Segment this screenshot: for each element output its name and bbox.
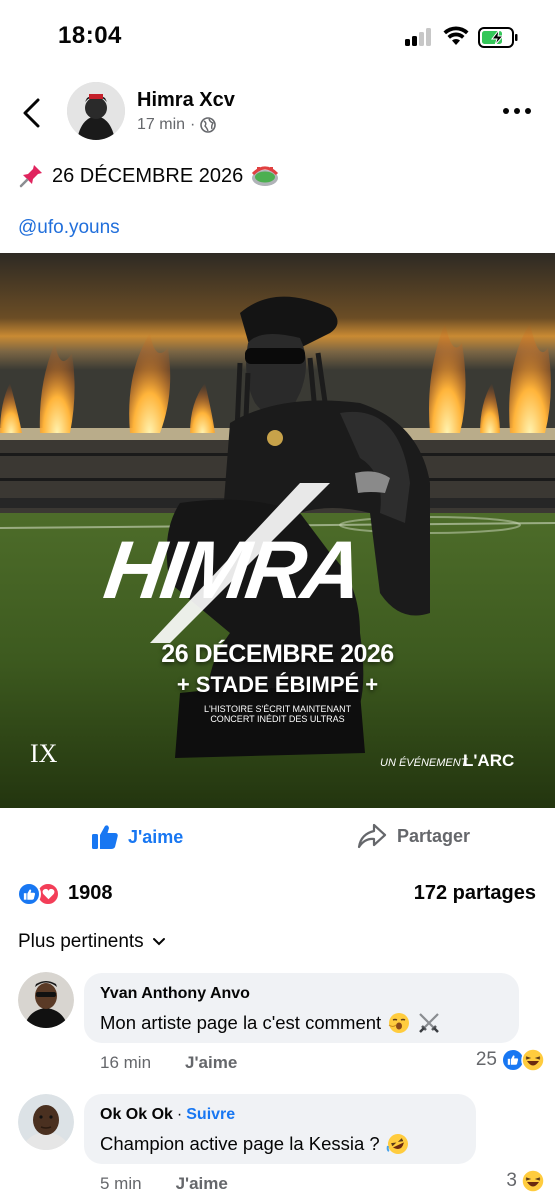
share-label: Partager [397,825,471,846]
comment-reaction-count: 3 [506,1170,517,1191]
comment-like-button[interactable]: J'aime [185,1053,237,1073]
meta-separator: · [190,116,196,133]
commenter-name-text: Yvan Anthony Anvo [100,985,250,1002]
poster-tagline: CONCERT INÉDIT DES ULTRAS [210,714,345,724]
poster-artwork: HIMRA [0,253,555,808]
pushpin-emoji [19,165,42,188]
like-reaction-icon [17,882,41,906]
comment-reactions[interactable]: 25 [476,1048,545,1072]
status-bar: 18:04 [0,0,555,75]
comment-time: 16 min [100,1053,152,1072]
name-separator: · [176,1106,183,1123]
poster-brand-right: L'ARC [463,751,515,770]
comment-reactions[interactable]: 3 [506,1169,545,1193]
like-button[interactable]: J'aime [90,822,183,852]
more-options-icon[interactable] [503,102,535,120]
laughing-reaction-icon [521,1048,545,1072]
comment-like-button[interactable]: J'aime [176,1174,228,1194]
post-meta: 17 min · [137,116,217,134]
wifi-icon [443,26,469,45]
sort-label: Plus pertinents [18,931,144,952]
commenter-name[interactable]: Yvan Anthony Anvo [100,985,503,1003]
share-button[interactable]: Partager [357,822,470,850]
post-image[interactable]: HIMRA 26 DÉCEMBRE 2026 + STADE ÉBIMPÉ + … [0,253,555,808]
comment-bubble: Ok Ok Ok · Suivre Champion active page l… [84,1094,476,1164]
stadium-emoji [252,166,279,186]
laughing-reaction-icon [521,1169,545,1193]
comment-reaction-count: 25 [475,1049,497,1070]
comment-text-content: Mon artiste page la c'est comment [100,1012,382,1033]
commenter-name[interactable]: Ok Ok Ok · Suivre [100,1106,460,1124]
poster-tagline: L'HISTOIRE S'ÉCRIT MAINTENANT [203,704,352,714]
reaction-count[interactable]: 1908 [68,882,113,905]
follow-button[interactable]: Suivre [186,1106,235,1124]
yawning-face-emoji [388,1013,410,1033]
share-count[interactable]: 172 partages [414,882,536,905]
post-stats: 1908 172 partages [0,878,555,912]
like-label: J'aime [128,826,184,847]
share-icon [357,823,387,849]
comment-text: Mon artiste page la c'est comment [100,1011,503,1035]
author-avatar[interactable] [67,82,125,140]
commenter-name-text: Ok Ok Ok [100,1106,173,1123]
comment-text: Champion active page la Kessia ? [100,1132,460,1156]
comment-meta: 16 min J'aime [100,1053,237,1073]
poster-date: 26 DÉCEMBRE 2026 [161,640,394,668]
author-name[interactable]: Himra Xcv [137,89,235,112]
poster-brand-left: IX [30,739,58,768]
post-text-content: 26 DÉCEMBRE 2026 [52,164,244,187]
commenter-avatar[interactable] [18,972,74,1028]
comment-bubble: Yvan Anthony Anvo Mon artiste page la c'… [84,973,519,1043]
chevron-down-icon [152,938,165,946]
post-text: 26 DÉCEMBRE 2026 [18,163,279,189]
post-header: Himra Xcv 17 min · [0,80,555,144]
rolling-laughing-emoji [386,1134,408,1154]
post-actions: J'aime Partager [0,808,555,868]
reaction-icons[interactable] [17,882,60,906]
mention-link[interactable]: @ufo.youns [18,217,120,239]
back-arrow-icon[interactable] [16,96,46,130]
poster-venue: + STADE ÉBIMPÉ + [176,672,379,697]
comment-meta: 5 min J'aime [100,1174,228,1194]
comment-text-content: Champion active page la Kessia ? [100,1133,380,1154]
crossed-swords-emoji [419,1013,440,1033]
post-time: 17 min [137,116,186,133]
comment-time: 5 min [100,1174,142,1193]
signal-icon [405,28,435,46]
globe-icon [200,117,217,133]
status-time: 18:04 [58,22,122,49]
battery-icon [478,27,518,48]
comment-sort-dropdown[interactable]: Plus pertinents [18,931,166,953]
commenter-avatar[interactable] [18,1094,74,1150]
poster-brand-prefix: UN ÉVÉNEMENT [380,757,468,769]
thumbs-up-icon [92,825,118,849]
